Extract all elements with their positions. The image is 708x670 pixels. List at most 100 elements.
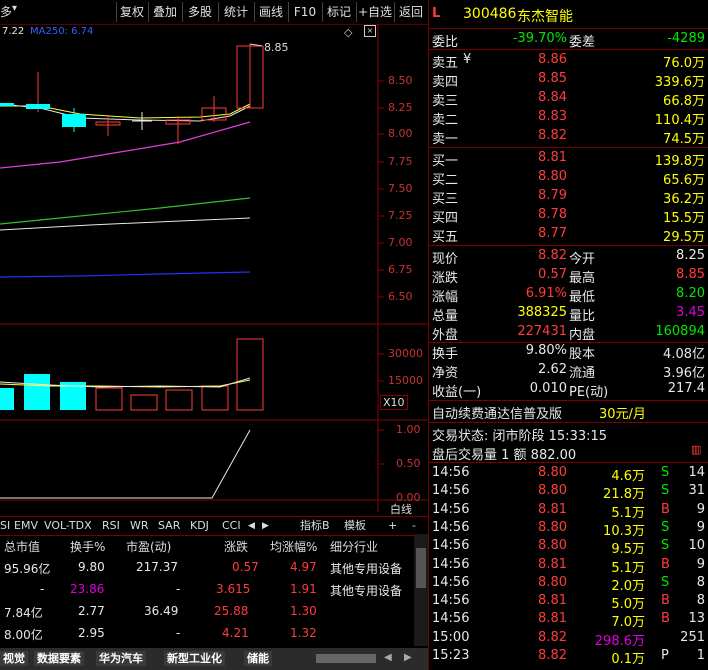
sell-label: 卖五 [432, 56, 459, 71]
tick-count: 31 [688, 483, 705, 499]
tab-sar[interactable]: SAR [158, 518, 180, 534]
buy-price: 8.79 [538, 188, 567, 203]
cell-avg-change: 1.30 [290, 604, 317, 618]
cell-avg-change: 4.97 [290, 560, 317, 574]
f10-button[interactable]: F10 [288, 2, 321, 22]
tick-count: 13 [688, 611, 705, 627]
open-price: 8.25 [676, 248, 705, 263]
tab-cci[interactable]: CCI [222, 518, 241, 534]
tick-time: 14:56 [432, 538, 470, 554]
col-header[interactable]: 换手% [70, 538, 105, 555]
tick-count: 8 [696, 574, 705, 590]
sell-volume: 66.8万 [663, 94, 705, 109]
col-header[interactable]: 市盈(动) [126, 538, 171, 555]
sell-volume: 339.6万 [654, 75, 705, 90]
after-hours-volume: 盘后交易量 1 额 882.00 [432, 448, 577, 463]
buy-volume: 36.2万 [663, 192, 705, 207]
sell-volume: 74.5万 [663, 132, 705, 147]
mark-button[interactable]: 标记 [322, 2, 355, 22]
tab-wr[interactable]: WR [130, 518, 149, 534]
tick-side: S [661, 538, 670, 554]
chevron-down-icon[interactable]: ▾ [12, 3, 17, 14]
scrollbar-thumb[interactable] [416, 548, 426, 588]
overlay-button[interactable]: 叠加 [148, 2, 181, 22]
tick-price: 8.81 [538, 556, 567, 572]
multi-stock-button[interactable]: 多股 [182, 2, 217, 22]
tab-kdj[interactable]: KDJ [190, 518, 209, 534]
tab-scroll-right[interactable]: ▶ [262, 518, 269, 534]
kline-chart[interactable]: 7.22 MA250: 6.74 ◇ × 8.85 8.50 8.25 8.00… [0, 24, 428, 516]
tab-indicator-b[interactable]: 指标B [300, 518, 330, 534]
tick-price: 8.81 [538, 501, 567, 517]
tick-count: 9 [696, 501, 705, 517]
tick-time: 14:56 [432, 611, 470, 627]
statistics-button[interactable]: 统计 [218, 2, 253, 22]
sell-price: 8.83 [538, 109, 567, 124]
ma-label-1: 7.22 [2, 26, 25, 37]
sector-tabs: 视觉 数据要素 华为汽车 新型工业化 储能 ◀ ▶ [0, 648, 428, 670]
tick-volume: 4.6万 [611, 469, 645, 484]
price-axis-label: 8.25 [388, 101, 413, 114]
add-watchlist-button[interactable]: +自选 [356, 2, 393, 22]
tick-side: B [661, 593, 670, 609]
volume-value: 388325 [517, 305, 567, 320]
buy-price: 8.80 [538, 169, 567, 184]
tab-template[interactable]: 模板 [344, 518, 366, 534]
col-header[interactable]: 细分行业 [330, 538, 378, 555]
cell-pe: 36.49 [144, 604, 179, 618]
sell-price: 8.86 [538, 52, 567, 67]
ma250-label: MA250: 6.74 [30, 26, 94, 37]
cell-change: 3.615 [216, 582, 251, 596]
col-header[interactable]: 涨跌 [224, 538, 248, 555]
chart-icon[interactable]: ▥ [691, 443, 701, 456]
buy-label: 买五 [432, 230, 459, 245]
add-indicator-button[interactable]: + [388, 518, 397, 534]
current-price: 8.82 [538, 248, 567, 263]
high-price: 8.85 [676, 267, 705, 282]
tick-count: 8 [696, 593, 705, 609]
col-header[interactable]: 均涨幅% [270, 538, 317, 555]
cell-turnover: 2.77 [78, 604, 105, 618]
tab-sector[interactable]: 数据要素 [34, 651, 84, 666]
tab-emv[interactable]: EMV [14, 518, 38, 534]
tick-price: 8.80 [538, 519, 567, 535]
tab-rsi[interactable]: RSI [102, 518, 120, 534]
fuquan-button[interactable]: 复权 [116, 2, 147, 22]
cell-industry: 其他专用设备 [330, 562, 403, 576]
scroll-left-icon[interactable]: ◀ [384, 652, 392, 663]
tick-time: 14:56 [432, 556, 470, 572]
tab-sector[interactable]: 华为汽车 [96, 651, 146, 666]
tick-volume: 5.1万 [611, 505, 645, 521]
menu-label[interactable]: 多 [0, 3, 12, 20]
sell-price: 8.85 [538, 71, 567, 86]
remove-indicator-button[interactable]: - [412, 518, 416, 534]
eps-label: 收益(一) [432, 385, 482, 400]
tab-vol-tdx[interactable]: VOL-TDX [44, 518, 92, 534]
tab-sector[interactable]: 视觉 [0, 651, 28, 666]
sheet-scrollbar[interactable] [316, 654, 376, 663]
scroll-right-icon[interactable]: ▶ [404, 652, 412, 663]
col-header[interactable]: 总市值 [4, 538, 40, 555]
sell-price: 8.82 [538, 128, 567, 143]
turnover-label: 换手 [432, 347, 459, 362]
tab-sector[interactable]: 储能 [244, 651, 272, 666]
white-line-label[interactable]: 白线 [390, 501, 412, 517]
tick-side: S [661, 574, 670, 590]
tab-scroll-left[interactable]: ◀ [248, 518, 255, 534]
tick-price: 8.80 [538, 574, 567, 590]
close-icon[interactable]: × [364, 25, 376, 37]
stock-table: 总市值 换手% 市盈(动) 涨跌 均涨幅% 细分行业 95.96亿 9.80 2… [0, 534, 428, 646]
cell-pe: - [176, 582, 181, 596]
price-axis-label: 8.00 [388, 127, 413, 140]
draw-line-button[interactable]: 画线 [254, 2, 287, 22]
tab-si[interactable]: SI [0, 518, 10, 534]
tick-count: 251 [680, 629, 705, 645]
table-scrollbar[interactable] [414, 534, 428, 646]
share-capital-value: 4.08亿 [663, 347, 705, 362]
pe-label: PE(动) [569, 385, 609, 400]
tick-side: P [661, 648, 669, 663]
tab-sector[interactable]: 新型工业化 [164, 651, 225, 666]
diamond-icon[interactable]: ◇ [344, 26, 352, 39]
back-button[interactable]: 返回 [394, 2, 427, 22]
tick-side: B [661, 501, 670, 517]
